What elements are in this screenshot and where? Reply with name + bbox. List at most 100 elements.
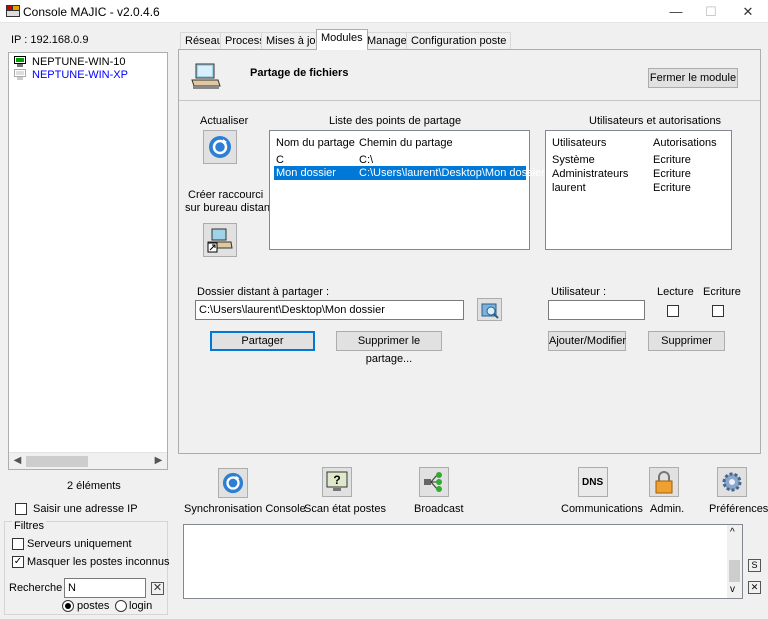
delete-user-button[interactable]: Supprimer <box>648 331 725 351</box>
close-button[interactable]: ✕ <box>730 0 766 23</box>
minimize-button[interactable]: — <box>658 0 694 23</box>
user-name: Administrateurs <box>552 168 629 180</box>
manual-ip-checkbox[interactable] <box>15 503 27 515</box>
module-title: Partage de fichiers <box>250 67 349 79</box>
add-modify-button[interactable]: Ajouter/Modifier <box>548 331 626 351</box>
log-scroll-thumb[interactable] <box>729 560 740 582</box>
gear-icon <box>722 472 742 492</box>
clear-search-button[interactable]: ✕ <box>151 582 164 595</box>
scan-button[interactable]: ? <box>322 467 352 497</box>
browse-folder-button[interactable] <box>477 298 502 321</box>
user-name: Système <box>552 154 595 166</box>
maximize-button[interactable]: ☐ <box>693 0 729 23</box>
tab-modules[interactable]: Modules <box>316 29 368 50</box>
scan-monitor-icon: ? <box>326 471 348 491</box>
user-row[interactable]: Administrateurs Ecriture <box>551 167 726 181</box>
shares-list[interactable]: Nom du partage Chemin du partage C C:\ M… <box>269 130 545 250</box>
scroll-right-icon[interactable]: ▶ <box>150 453 167 470</box>
computer-icon <box>14 69 26 80</box>
communications-label: Communications <box>561 503 643 515</box>
refresh-button[interactable] <box>203 130 237 164</box>
scroll-left-icon[interactable]: ◀ <box>9 453 26 470</box>
users-list[interactable]: Utilisateurs Autorisations Système Ecrit… <box>545 130 732 250</box>
col-users[interactable]: Utilisateurs <box>552 137 606 149</box>
user-permission: Ecriture <box>653 182 691 194</box>
share-button[interactable]: Partager <box>210 331 315 351</box>
host-name: NEPTUNE-WIN-XP <box>32 69 128 81</box>
sync-button[interactable] <box>218 468 248 498</box>
share-name: Mon dossier <box>276 167 336 179</box>
user-input[interactable] <box>548 300 645 320</box>
radio-login-label: login <box>129 600 153 612</box>
host-count: 2 éléments <box>67 480 121 492</box>
user-permission: Ecriture <box>653 154 691 166</box>
refresh-icon <box>209 136 231 158</box>
search-input[interactable]: N <box>64 578 146 598</box>
share-row-selected[interactable]: Mon dossier C:\Users\laurent\Desktop\Mon… <box>274 166 545 180</box>
scroll-up-icon[interactable]: ^ <box>730 527 735 538</box>
servers-only-checkbox[interactable] <box>12 538 24 550</box>
share-name: C <box>276 154 284 166</box>
communications-button[interactable]: DNS <box>578 467 608 497</box>
preferences-label: Préférences <box>709 503 768 515</box>
radio-login[interactable] <box>115 600 127 612</box>
col-permissions[interactable]: Autorisations <box>653 137 717 149</box>
share-path: C:\Users\laurent\Desktop\Mon dossier <box>359 167 545 179</box>
preferences-button[interactable] <box>717 467 747 497</box>
folder-label: Dossier distant à partager : <box>197 286 330 298</box>
log-area[interactable] <box>183 524 743 599</box>
hide-unknown-label: Masquer les postes inconnus <box>27 556 170 568</box>
shortcut-label-1: Créer raccourci <box>188 189 264 201</box>
read-label: Lecture <box>657 286 694 298</box>
scan-label: Scan état postes <box>304 503 386 515</box>
log-clear-button[interactable]: ✕ <box>748 581 761 594</box>
write-checkbox[interactable] <box>712 305 724 317</box>
broadcast-button[interactable] <box>419 467 449 497</box>
title-bar: Console MAJIC - v2.0.4.6 — ☐ ✕ <box>0 0 768 23</box>
host-list[interactable]: NEPTUNE-WIN-10 NEPTUNE-WIN-XP <box>8 52 168 470</box>
window-title: Console MAJIC - v2.0.4.6 <box>23 5 160 19</box>
module-panel <box>178 49 761 454</box>
log-scrollbar[interactable]: ^ v <box>727 525 742 598</box>
dns-icon: DNS <box>582 477 604 488</box>
refresh-label: Actualiser <box>200 115 249 127</box>
sync-icon <box>222 472 244 494</box>
tab-configuration-poste[interactable]: Configuration poste <box>406 32 512 49</box>
col-share-path[interactable]: Chemin du partage <box>359 137 453 149</box>
log-s-button[interactable]: S <box>748 559 761 572</box>
user-permission: Ecriture <box>653 168 691 180</box>
folder-input[interactable]: C:\Users\laurent\Desktop\Mon dossier <box>195 300 464 320</box>
shortcut-label-2: sur bureau distant <box>185 202 274 214</box>
file-share-icon <box>191 63 221 89</box>
user-label: Utilisateur : <box>551 286 607 298</box>
computer-icon <box>14 56 26 67</box>
ip-label: IP : 192.168.0.9 <box>11 34 89 46</box>
hide-unknown-checkbox[interactable]: ✓ <box>12 556 24 568</box>
search-label: Recherche : <box>9 582 69 594</box>
lock-icon <box>655 471 673 494</box>
share-row[interactable]: C C:\ <box>275 153 525 167</box>
users-title: Utilisateurs et autorisations <box>589 115 722 127</box>
host-item[interactable]: NEPTUNE-WIN-10 <box>12 55 166 69</box>
read-checkbox[interactable] <box>667 305 679 317</box>
scroll-down-icon[interactable]: v <box>730 584 735 595</box>
app-icon <box>6 5 20 17</box>
write-label: Ecriture <box>703 286 741 298</box>
browse-folder-icon <box>481 303 499 319</box>
host-name: NEPTUNE-WIN-10 <box>32 56 126 68</box>
sync-label: Synchronisation Console <box>184 503 306 515</box>
user-row[interactable]: laurent Ecriture <box>551 181 726 195</box>
col-share-name[interactable]: Nom du partage <box>276 137 355 149</box>
shares-title: Liste des points de partage <box>329 115 462 127</box>
svg-text:?: ? <box>333 473 340 487</box>
scroll-thumb[interactable] <box>26 456 88 467</box>
host-item[interactable]: NEPTUNE-WIN-XP <box>12 68 166 82</box>
delete-share-button[interactable]: Supprimer le partage... <box>336 331 442 365</box>
servers-only-label: Serveurs uniquement <box>27 538 132 550</box>
horizontal-scrollbar[interactable]: ◀ ▶ <box>9 452 167 469</box>
create-shortcut-button[interactable] <box>203 223 237 257</box>
close-module-button[interactable]: Fermer le module <box>648 68 738 88</box>
admin-button[interactable] <box>649 467 679 497</box>
radio-postes[interactable] <box>62 600 74 612</box>
user-row[interactable]: Système Ecriture <box>551 153 726 167</box>
